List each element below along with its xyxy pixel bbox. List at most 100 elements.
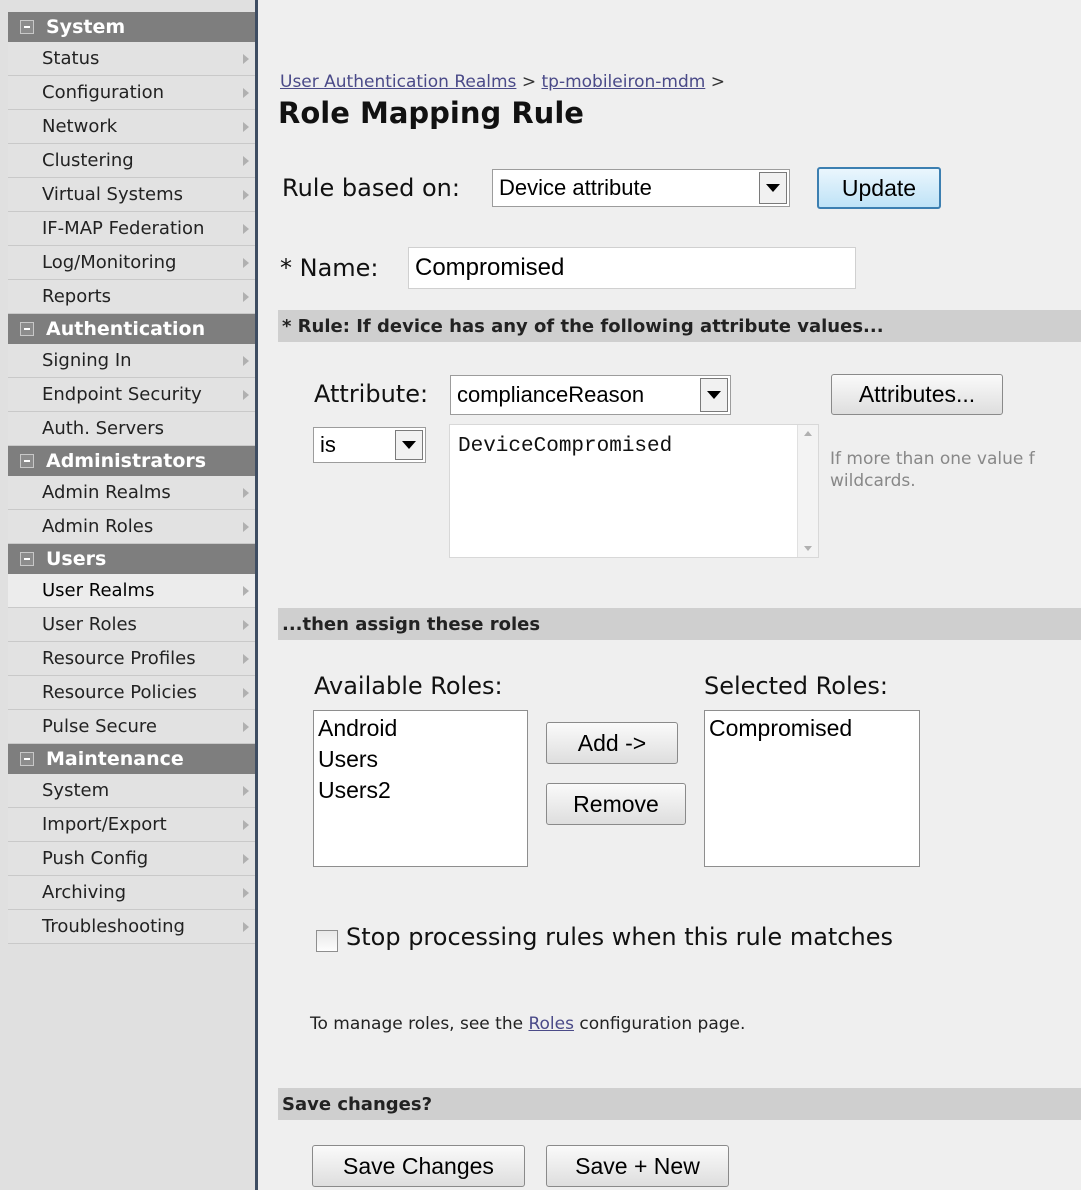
chevron-right-icon xyxy=(243,922,249,932)
list-item[interactable]: Users xyxy=(318,744,523,775)
nav-label: Reports xyxy=(42,286,112,307)
nav-resource-policies[interactable]: Resource Policies xyxy=(8,676,255,710)
nav-status[interactable]: Status xyxy=(8,42,255,76)
collapse-icon[interactable] xyxy=(20,752,34,766)
add-role-button[interactable]: Add -> xyxy=(546,722,678,764)
nav-signing-in[interactable]: Signing In xyxy=(8,344,255,378)
attribute-values-text: DeviceCompromised xyxy=(458,435,673,458)
sidebar: System Status Configuration Network Clus… xyxy=(0,0,258,1190)
dropdown-arrow-icon[interactable] xyxy=(759,172,787,204)
chevron-right-icon xyxy=(243,190,249,200)
nav-push-config[interactable]: Push Config xyxy=(8,842,255,876)
nav-admin-realms[interactable]: Admin Realms xyxy=(8,476,255,510)
nav-network[interactable]: Network xyxy=(8,110,255,144)
attributes-button[interactable]: Attributes... xyxy=(831,374,1003,415)
nav-log-monitoring[interactable]: Log/Monitoring xyxy=(8,246,255,280)
nav-troubleshooting[interactable]: Troubleshooting xyxy=(8,910,255,944)
save-section-header: Save changes? xyxy=(278,1088,1081,1120)
available-roles-list[interactable]: Android Users Users2 xyxy=(313,710,528,867)
nav-user-realms[interactable]: User Realms xyxy=(8,574,255,608)
section-authentication[interactable]: Authentication xyxy=(8,314,255,344)
attribute-label: Attribute: xyxy=(314,380,429,408)
section-system[interactable]: System xyxy=(8,12,255,42)
stop-processing-checkbox[interactable] xyxy=(316,930,338,952)
manage-prefix: To manage roles, see the xyxy=(310,1014,529,1034)
collapse-icon[interactable] xyxy=(20,20,34,34)
nav-label: User Realms xyxy=(42,580,155,601)
nav-system[interactable]: System xyxy=(8,774,255,808)
list-item[interactable]: Users2 xyxy=(318,775,523,806)
breadcrumb-link-realms[interactable]: User Authentication Realms xyxy=(280,72,516,92)
selected-roles-list[interactable]: Compromised xyxy=(704,710,920,867)
nav-configuration[interactable]: Configuration xyxy=(8,76,255,110)
roles-link[interactable]: Roles xyxy=(528,1014,574,1034)
nav-label: Network xyxy=(42,116,118,137)
scrollbar[interactable] xyxy=(797,425,818,557)
section-title: System xyxy=(46,16,126,38)
chevron-right-icon xyxy=(243,488,249,498)
breadcrumb: User Authentication Realms > tp-mobileir… xyxy=(280,72,725,92)
nav-user-roles[interactable]: User Roles xyxy=(8,608,255,642)
chevron-right-icon xyxy=(243,820,249,830)
save-changes-button[interactable]: Save Changes xyxy=(312,1145,525,1187)
wildcard-hint: If more than one value f wildcards. xyxy=(830,448,1035,492)
section-title: Authentication xyxy=(46,318,206,340)
rule-based-select[interactable]: Device attribute xyxy=(492,169,790,207)
breadcrumb-separator: > xyxy=(705,72,725,92)
hint-line: wildcards. xyxy=(830,471,916,491)
rule-based-value: Device attribute xyxy=(499,175,652,200)
attribute-select[interactable]: complianceReason xyxy=(450,375,731,415)
collapse-icon[interactable] xyxy=(20,322,34,336)
chevron-right-icon xyxy=(243,258,249,268)
save-new-button[interactable]: Save + New xyxy=(546,1145,729,1187)
nav-archiving[interactable]: Archiving xyxy=(8,876,255,910)
breadcrumb-separator: > xyxy=(516,72,542,92)
name-input[interactable]: Compromised xyxy=(408,247,856,289)
nav-resource-profiles[interactable]: Resource Profiles xyxy=(8,642,255,676)
nav-label: User Roles xyxy=(42,614,137,635)
chevron-right-icon xyxy=(243,356,249,366)
section-maintenance[interactable]: Maintenance xyxy=(8,744,255,774)
section-users[interactable]: Users xyxy=(8,544,255,574)
chevron-right-icon xyxy=(243,224,249,234)
scroll-up-icon[interactable] xyxy=(804,431,812,436)
list-item[interactable]: Android xyxy=(318,713,523,744)
list-item[interactable]: Compromised xyxy=(709,713,915,744)
nav-import-export[interactable]: Import/Export xyxy=(8,808,255,842)
rule-based-label: Rule based on: xyxy=(282,174,460,202)
scroll-down-icon[interactable] xyxy=(804,546,812,551)
operator-select[interactable]: is xyxy=(313,427,426,463)
nav-label: Log/Monitoring xyxy=(42,252,177,273)
rule-section-header: * Rule: If device has any of the followi… xyxy=(278,310,1081,342)
nav-reports[interactable]: Reports xyxy=(8,280,255,314)
nav-virtual-systems[interactable]: Virtual Systems xyxy=(8,178,255,212)
chevron-right-icon xyxy=(243,888,249,898)
chevron-right-icon xyxy=(243,620,249,630)
nav-auth-servers[interactable]: Auth. Servers xyxy=(8,412,255,446)
collapse-icon[interactable] xyxy=(20,552,34,566)
nav-admin-roles[interactable]: Admin Roles xyxy=(8,510,255,544)
stop-processing-label: Stop processing rules when this rule mat… xyxy=(346,923,893,951)
collapse-icon[interactable] xyxy=(20,454,34,468)
nav-label: Resource Profiles xyxy=(42,648,196,669)
update-button[interactable]: Update xyxy=(817,167,941,209)
nav-label: Push Config xyxy=(42,848,149,869)
nav-label: System xyxy=(42,780,110,801)
nav-pulse-secure[interactable]: Pulse Secure xyxy=(8,710,255,744)
nav-endpoint-security[interactable]: Endpoint Security xyxy=(8,378,255,412)
attribute-values-textarea[interactable]: DeviceCompromised xyxy=(449,424,819,558)
chevron-right-icon xyxy=(243,390,249,400)
main-content: User Authentication Realms > tp-mobileir… xyxy=(258,0,1081,1190)
dropdown-arrow-icon[interactable] xyxy=(395,430,423,460)
nav-ifmap-federation[interactable]: IF-MAP Federation xyxy=(8,212,255,246)
chevron-right-icon xyxy=(243,586,249,596)
section-administrators[interactable]: Administrators xyxy=(8,446,255,476)
breadcrumb-link-realm[interactable]: tp-mobileiron-mdm xyxy=(541,72,705,92)
remove-role-button[interactable]: Remove xyxy=(546,783,686,825)
nav-label: Virtual Systems xyxy=(42,184,184,205)
nav-label: IF-MAP Federation xyxy=(42,218,205,239)
chevron-right-icon xyxy=(243,688,249,698)
nav-clustering[interactable]: Clustering xyxy=(8,144,255,178)
dropdown-arrow-icon[interactable] xyxy=(700,378,728,412)
section-title: Administrators xyxy=(46,450,207,472)
